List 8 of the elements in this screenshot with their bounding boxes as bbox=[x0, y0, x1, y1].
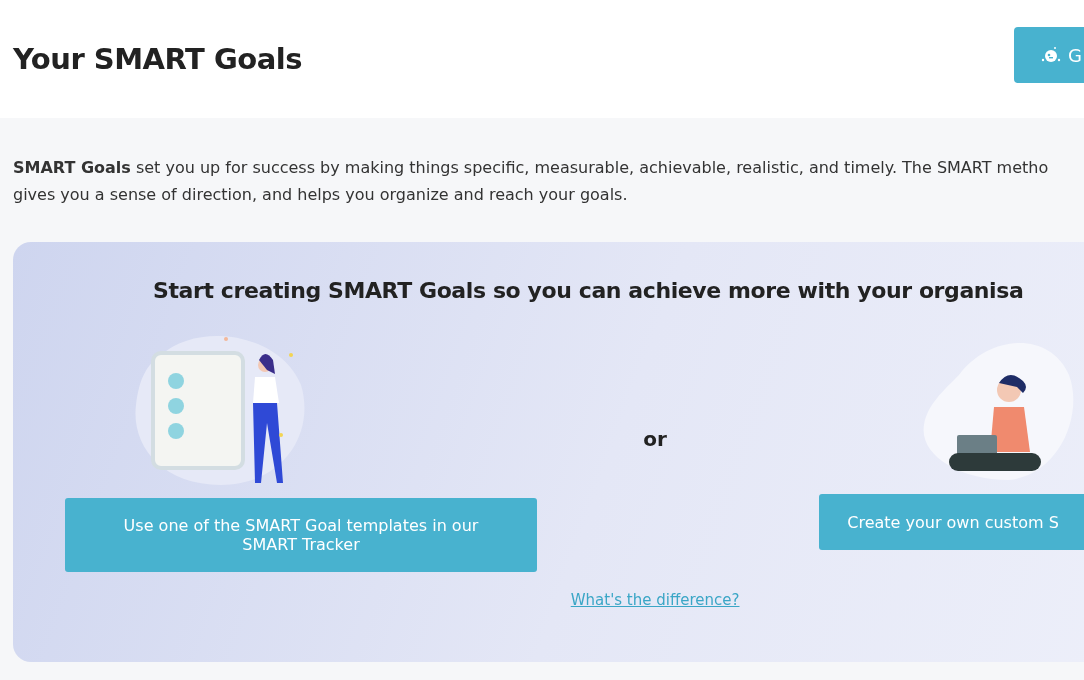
or-separator: or bbox=[643, 427, 667, 451]
template-button[interactable]: Use one of the SMART Goal templates in our SMART Tracker bbox=[65, 498, 537, 572]
custom-goal-button[interactable]: Create your own custom S bbox=[819, 494, 1084, 550]
header-button[interactable]: G bbox=[1014, 27, 1084, 83]
difference-link[interactable]: What's the difference? bbox=[570, 591, 740, 609]
page-title: Your SMART Goals bbox=[13, 42, 302, 76]
intro-paragraph: SMART Goals set you up for success by making things specific, measurable, achievable, realistic, and timely. The SMART metho gives you a sense of direction, and helps you organize and reach your goals. bbox=[13, 157, 1050, 206]
card-heading: Start creating SMART Goals so you can achieve more with your organisa bbox=[152, 278, 1025, 303]
